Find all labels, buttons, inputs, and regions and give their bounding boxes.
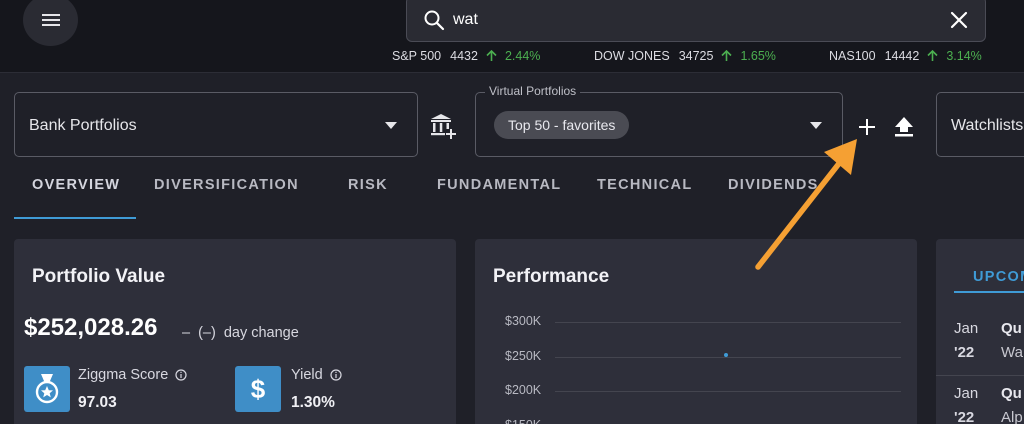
top-bar: S&P 500 4432 2.44% DOW JONES 34725 1.65%… [0,0,1024,73]
watchlists-select[interactable]: Watchlists [936,92,1024,157]
portfolio-chip[interactable]: Top 50 - favorites [494,111,630,139]
tab-upcoming[interactable]: UPCOMING [973,269,1024,285]
tab-technical[interactable]: TECHNICAL [597,177,692,193]
performance-card: Performance $300K $250K $200K $150K [475,239,917,424]
medal-glyph [35,374,59,404]
upload-icon[interactable] [894,116,914,138]
tab-risk[interactable]: RISK [348,177,388,193]
ticker-value: 34725 [678,49,714,63]
portfolio-value-card: Portfolio Value $252,028.26 – (–) day chan… [14,239,456,424]
add-icon[interactable] [857,117,877,137]
yield-label: Yield [291,367,342,383]
divider [936,375,1024,376]
ticker-value: 14442 [884,49,920,63]
y-axis-tick: $300K [505,314,542,328]
tab-dividends[interactable]: DIVIDENDS [728,177,819,193]
event-title[interactable]: Qu [1001,385,1022,402]
ticker-sp500: S&P 500 4432 2.44% [392,48,540,64]
ticker-change: 3.14% [946,49,982,63]
gridline [555,356,901,358]
dollar-icon: $ [235,366,281,412]
event-month: Jan [954,320,979,337]
info-icon[interactable] [330,369,342,381]
ticker-dow-jones: DOW JONES 34725 1.65% [594,48,776,64]
event-title[interactable]: Qu [1001,320,1022,337]
ticker-name: NAS100 [829,49,876,63]
search-icon [424,10,445,31]
portfolio-value-amount: $252,028.26 [24,314,158,341]
hamburger-menu-icon [41,14,60,26]
dollar-glyph: $ [250,373,266,404]
change-label: day change [223,325,299,341]
ticker-value: 4432 [450,49,478,63]
tab-diversification[interactable]: DIVERSIFICATION [154,177,299,193]
arrow-up-icon [927,50,938,61]
search-input[interactable] [453,5,913,35]
close-icon[interactable] [949,10,969,30]
ziggma-score-label: Ziggma Score [78,367,187,383]
event-year: '22 [954,344,975,361]
virtual-portfolios-select[interactable]: Virtual Portfolios Top 50 - favorites [475,84,843,157]
metric-label-text: Yield [291,367,323,383]
search-bar [406,0,986,42]
event-subtitle: Alp [1001,409,1023,424]
caret-down-icon [385,122,397,129]
performance-title: Performance [493,266,610,287]
watchlists-label: Watchlists [951,117,1024,134]
upcoming-card: UPCOMING Jan '22 Qu Wa Jan '22 Qu Alp [936,239,1024,424]
upcoming-tab-indicator [954,291,1024,293]
ziggma-score-value: 97.03 [78,394,117,411]
bank-portfolios-label: Bank Portfolios [29,117,137,134]
tab-overview[interactable]: OVERVIEW [32,177,120,193]
add-bank-icon[interactable] [429,113,457,141]
active-tab-indicator [14,217,136,219]
event-month: Jan [954,385,979,402]
ticker-nas100: NAS100 14442 3.14% [829,48,982,64]
y-axis-tick: $150K [505,418,541,424]
ticker-change: 2.44% [504,49,541,63]
yield-value: 1.30% [291,394,335,411]
arrow-up-icon [486,50,497,61]
ticker-name: S&P 500 [392,49,442,63]
tab-fundamental[interactable]: FUNDAMENTAL [437,177,561,193]
portfolio-value-title: Portfolio Value [32,266,166,287]
day-change: – (–) day change [182,325,307,341]
virtual-portfolios-legend: Virtual Portfolios [485,84,581,98]
y-axis-tick: $250K [505,348,542,363]
ticker-change: 1.65% [740,49,776,63]
metric-label-text: Ziggma Score [78,367,169,383]
arrow-up-icon [721,50,733,61]
event-subtitle: Wa [1001,344,1023,361]
ticker-name: DOW JONES [594,49,670,63]
change-value: (–) [198,325,216,341]
gridline [555,391,901,392]
y-axis-tick: $200K [505,383,542,397]
menu-button[interactable] [23,0,78,46]
event-year: '22 [954,409,975,424]
gridline [555,322,901,323]
info-icon[interactable] [175,369,187,381]
medal-icon [24,366,70,412]
bank-portfolios-select[interactable]: Bank Portfolios [14,92,418,157]
change-dash: – [182,325,191,341]
caret-down-icon [810,122,822,129]
